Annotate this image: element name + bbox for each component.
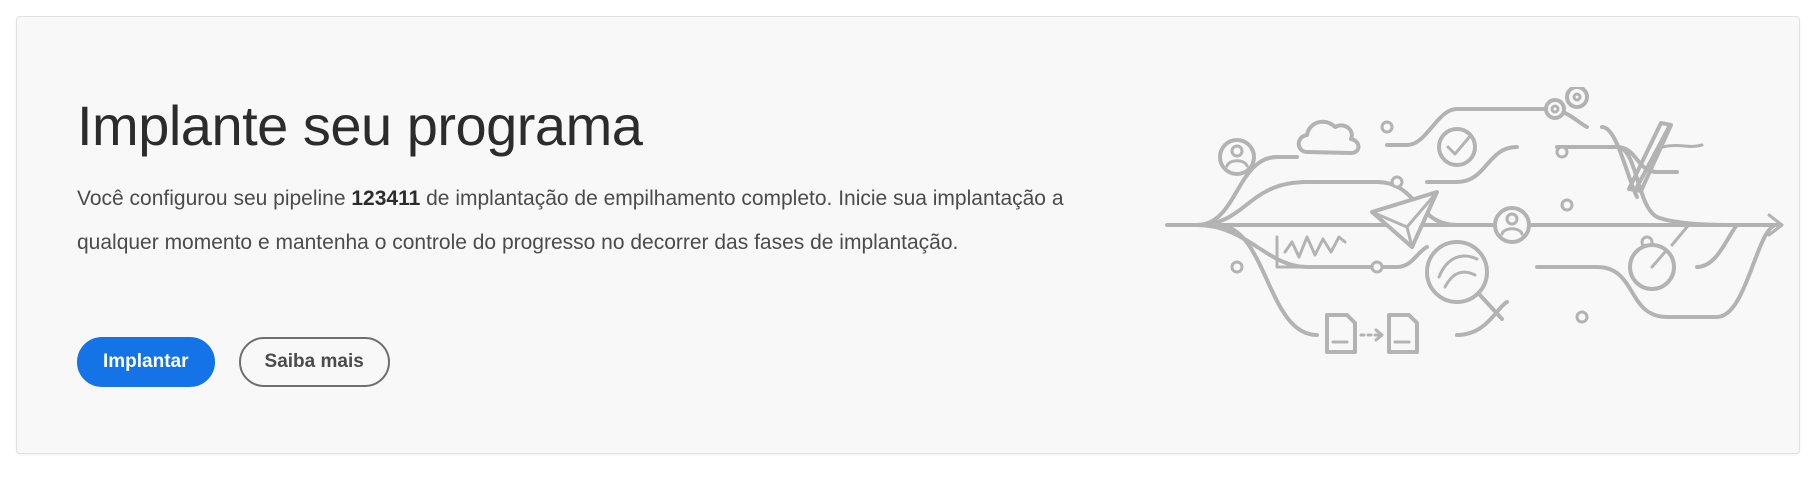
learn-more-button[interactable]: Saiba mais <box>238 337 390 387</box>
document-icon <box>1325 313 1357 354</box>
gauge-icon <box>1628 225 1689 291</box>
check-icon <box>1437 127 1477 167</box>
document-icon-2 <box>1387 313 1419 354</box>
page-title: Implante seu programa <box>77 94 643 157</box>
card-description: Você configurou seu pipeline 123411 de i… <box>77 177 1127 265</box>
deploy-program-card: Implante seu programa Você configurou se… <box>16 16 1800 454</box>
user-icon <box>1218 138 1256 176</box>
pipeline-illustration-svg <box>1165 85 1784 354</box>
magnifier-icon <box>1425 240 1504 321</box>
paper-plane-icon <box>1370 190 1439 249</box>
user-icon-right <box>1493 206 1531 244</box>
pipeline-illustration <box>1157 85 1797 387</box>
arrow-right-icon <box>1359 328 1384 342</box>
description-text-start: Você configurou seu pipeline <box>77 187 352 210</box>
pen-icon <box>1627 121 1704 193</box>
pipeline-id: 123411 <box>351 187 421 210</box>
card-actions: Implantar Saiba mais <box>77 337 390 387</box>
cloud-icon <box>1296 119 1361 155</box>
card-content: Implante seu programa Você configurou se… <box>77 93 1127 265</box>
deploy-button[interactable]: Implantar <box>77 337 215 387</box>
